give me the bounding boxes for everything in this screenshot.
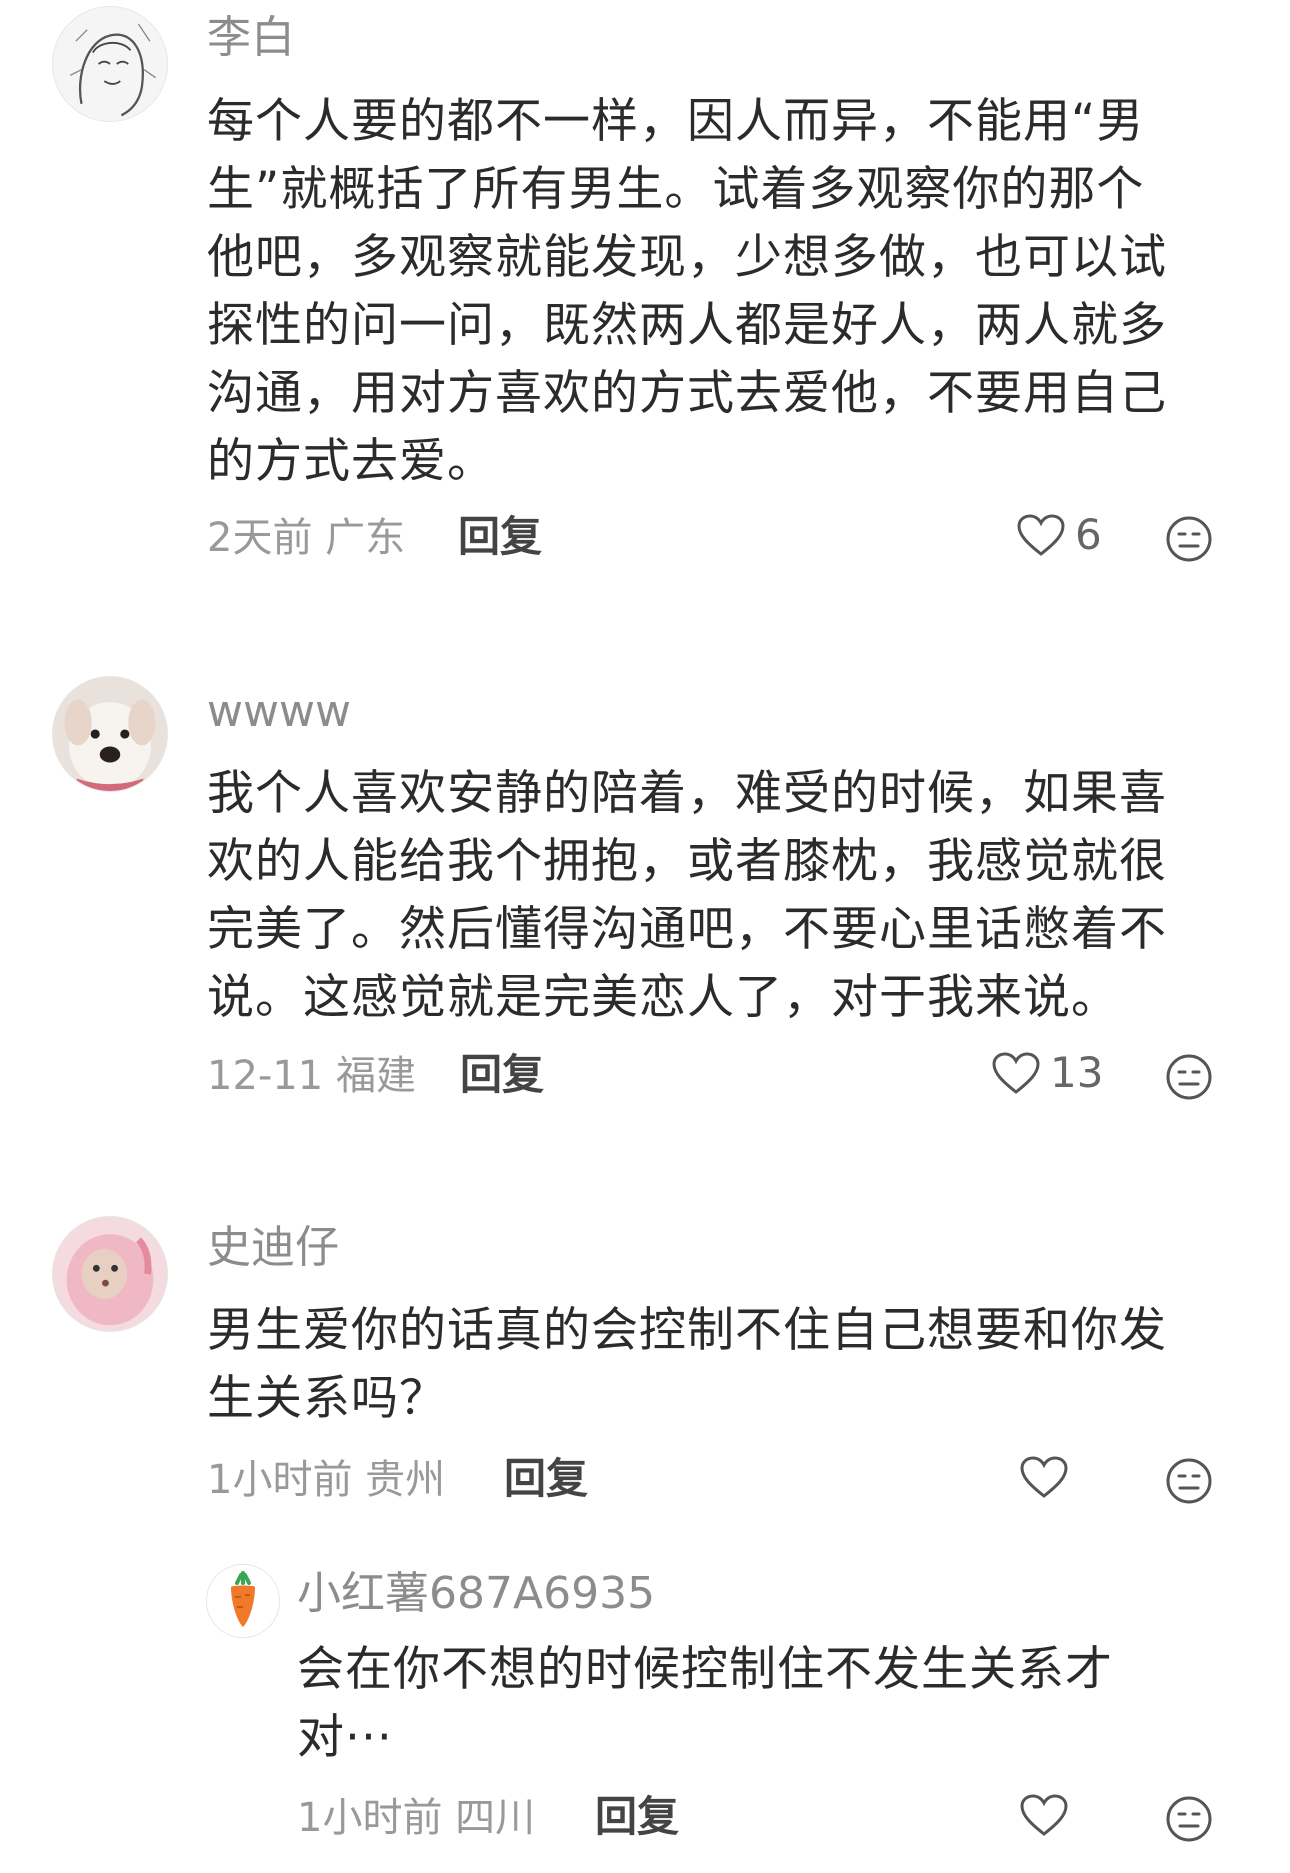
meh-face-icon: [1166, 1458, 1212, 1504]
like-button[interactable]: 6: [1015, 512, 1102, 558]
dislike-button[interactable]: [1165, 1053, 1213, 1101]
comment-text: 我个人喜欢安静的陪着，难受的时候，如果喜 欢的人能给我个拥抱，或者膝枕，我感觉就…: [207, 760, 1247, 1032]
dislike-button[interactable]: [1165, 1795, 1213, 1843]
comment-line: 生关系吗？: [207, 1371, 447, 1426]
like-count: 6: [1075, 510, 1102, 559]
comment-line: 每个人要的都不一样，因人而异，不能用“男: [207, 94, 1145, 149]
heart-outline-icon: [1017, 514, 1065, 556]
dislike-button[interactable]: [1165, 515, 1213, 563]
comment-line: 完美了。然后懂得沟通吧，不要心里话憋着不: [207, 902, 1167, 957]
comment-username[interactable]: wwww: [207, 690, 351, 734]
comment-time-location: 12-11 福建: [207, 1053, 416, 1099]
comment-line: 的方式去爱。: [207, 434, 495, 489]
reply-button[interactable]: 回复: [504, 1458, 588, 1500]
like-button[interactable]: [1018, 1792, 1078, 1838]
heart-outline-icon: [1020, 1456, 1068, 1498]
comment-text: 男生爱你的话真的会控制不住自己想要和你发 生关系吗？: [207, 1297, 1247, 1433]
comment-line: 男生爱你的话真的会控制不住自己想要和你发: [207, 1303, 1167, 1358]
avatar-pink-image: [53, 1217, 167, 1331]
reply-button[interactable]: 回复: [460, 1054, 544, 1096]
like-button[interactable]: 13: [990, 1050, 1103, 1096]
carrot-icon: [207, 1565, 279, 1637]
reply-line: 对···: [297, 1710, 393, 1765]
comment-line: 我个人喜欢安静的陪着，难受的时候，如果喜: [207, 766, 1167, 821]
reply-button[interactable]: 回复: [595, 1796, 679, 1838]
avatar[interactable]: [52, 6, 168, 122]
comment-line: 生”就概括了所有男生。试着多观察你的那个: [207, 162, 1145, 217]
comment-username[interactable]: 李白: [207, 16, 295, 60]
like-button[interactable]: [1018, 1454, 1078, 1500]
comment-username[interactable]: 史迪仔: [207, 1226, 339, 1270]
avatar[interactable]: [206, 1564, 280, 1638]
dislike-button[interactable]: [1165, 1457, 1213, 1505]
heart-outline-icon: [992, 1052, 1040, 1094]
comment-time-location: 2天前 广东: [207, 515, 406, 561]
meh-face-icon: [1166, 516, 1212, 562]
reply-time-location: 1小时前 四川: [297, 1795, 536, 1841]
like-count: 13: [1050, 1048, 1104, 1097]
comment-line: 探性的问一问，既然两人都是好人，两人就多: [207, 298, 1167, 353]
reply-text: 会在你不想的时候控制住不发生关系才 对···: [297, 1636, 1197, 1772]
comment-line: 沟通，用对方喜欢的方式去爱他，不要用自己: [207, 366, 1167, 421]
comment-time-location: 1小时前 贵州: [207, 1457, 446, 1503]
avatar[interactable]: [52, 1216, 168, 1332]
comment-text: 每个人要的都不一样，因人而异，不能用“男 生”就概括了所有男生。试着多观察你的那…: [207, 88, 1247, 496]
comment-line: 说。这感觉就是完美恋人了，对于我来说。: [207, 970, 1119, 1025]
reply-line: 会在你不想的时候控制住不发生关系才: [297, 1642, 1113, 1697]
avatar[interactable]: [52, 676, 168, 792]
meh-face-icon: [1166, 1796, 1212, 1842]
avatar-dog-image: [53, 677, 167, 791]
reply-button[interactable]: 回复: [458, 516, 542, 558]
comment-line: 他吧，多观察就能发现，少想多做，也可以试: [207, 230, 1167, 285]
meh-face-icon: [1166, 1054, 1212, 1100]
heart-outline-icon: [1020, 1794, 1068, 1836]
avatar-sketch-image: [53, 7, 167, 121]
comment-line: 欢的人能给我个拥抱，或者膝枕，我感觉就很: [207, 834, 1167, 889]
reply-username[interactable]: 小红薯687A6935: [297, 1572, 655, 1616]
